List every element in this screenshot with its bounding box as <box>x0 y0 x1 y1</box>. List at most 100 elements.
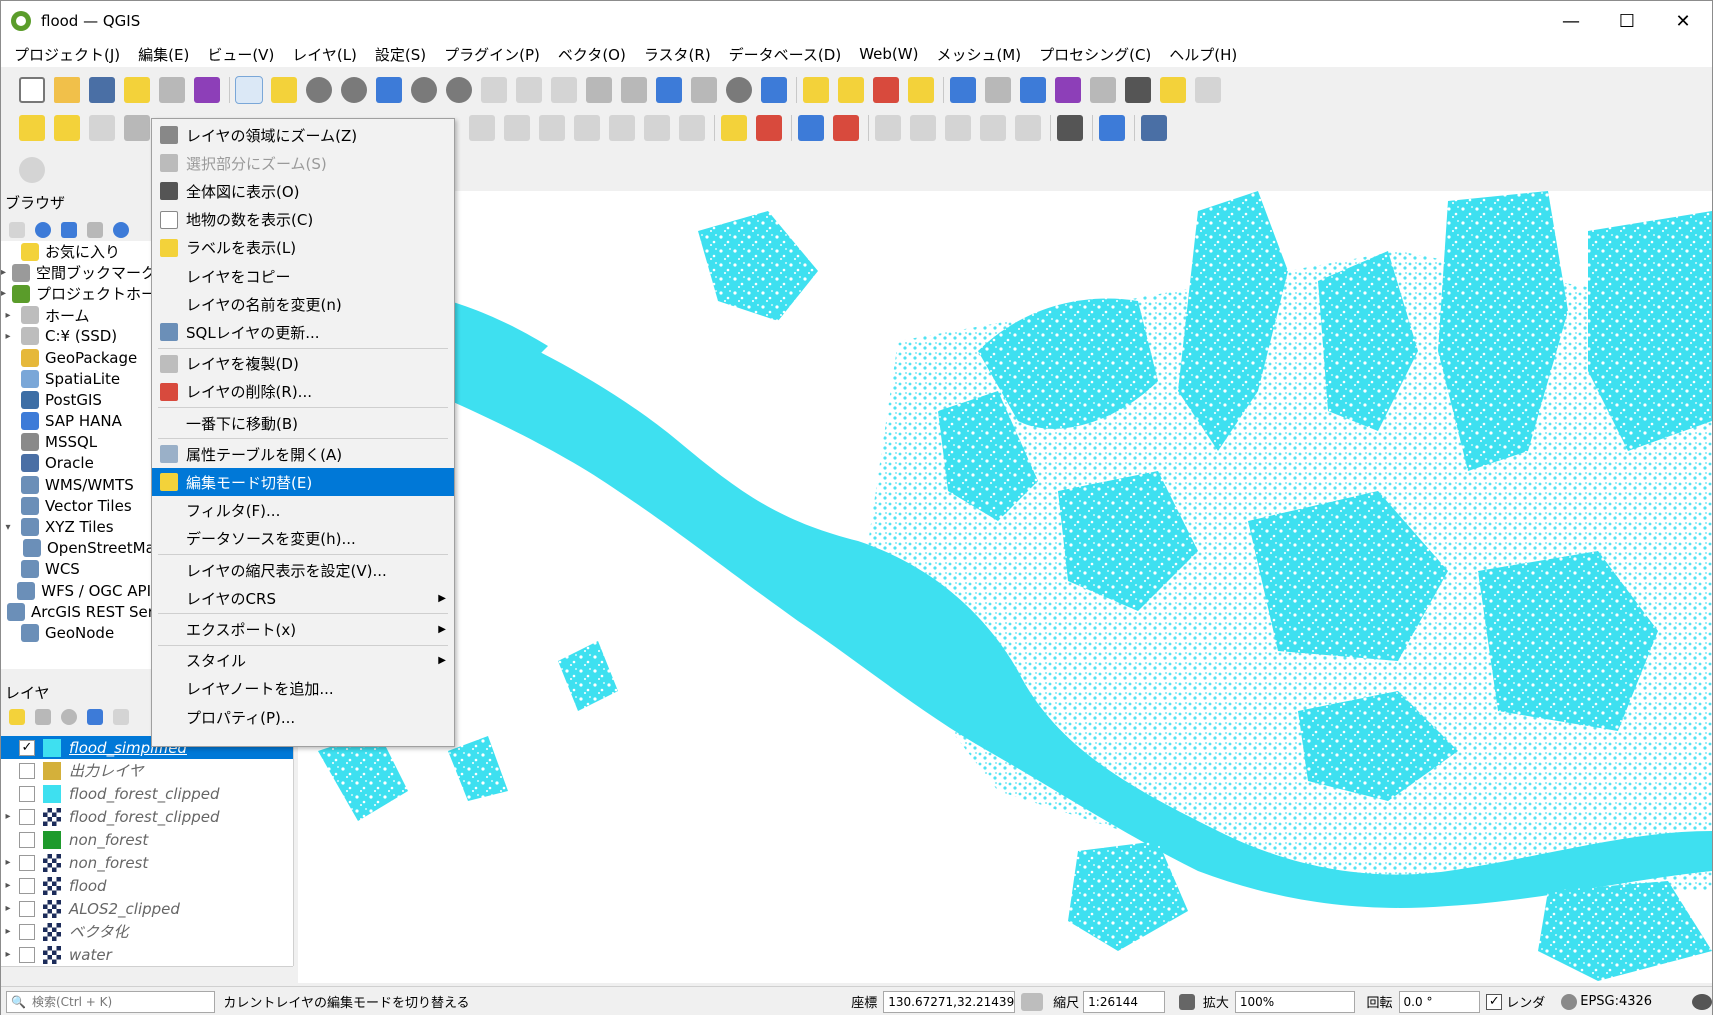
identify-features-icon[interactable] <box>950 77 976 103</box>
expand-arrow-icon[interactable]: ▸ <box>1 267 6 278</box>
select-location-icon[interactable] <box>908 77 934 103</box>
refresh-icon[interactable] <box>761 77 787 103</box>
menu-11[interactable]: プロセシング(C) <box>1030 44 1160 65</box>
help-icon[interactable] <box>1141 115 1167 141</box>
scale-field[interactable]: 1:26144 <box>1083 990 1165 1013</box>
menu-0[interactable]: プロジェクト(J) <box>5 44 129 65</box>
layer-row[interactable]: 出力レイヤ <box>1 759 293 782</box>
open-attribute-table-icon[interactable] <box>985 77 1011 103</box>
browser-item[interactable]: SpatiaLite <box>1 368 151 389</box>
coordinate-field[interactable]: 130.67271,32.21439 <box>883 990 1016 1013</box>
browser-item[interactable]: ▸ プロジェクトホーム <box>1 283 151 304</box>
zoom-in-icon[interactable] <box>306 77 332 103</box>
current-edits-icon[interactable] <box>124 115 150 141</box>
context-menu-item[interactable]: 一番下に移動(B) <box>152 409 454 437</box>
open-project-icon[interactable] <box>54 77 80 103</box>
expand-arrow-icon[interactable]: ▸ <box>1 949 15 960</box>
layer-row[interactable]: ▸ ALOS2_clipped <box>1 897 293 920</box>
filter-legend-icon[interactable] <box>87 709 103 725</box>
info-icon[interactable] <box>113 222 129 238</box>
expand-arrow-icon[interactable]: ▸ <box>1 811 15 822</box>
browser-item[interactable]: WFS / OGC API <box>1 580 151 601</box>
add-virtual-layer-icon[interactable] <box>89 115 115 141</box>
layers-horizontal-scrollbar[interactable] <box>1 966 293 980</box>
locator-search-input[interactable]: 🔍 検索(Ctrl + K) <box>6 990 216 1013</box>
select-features-icon[interactable] <box>803 77 829 103</box>
menu-8[interactable]: データベース(D) <box>720 44 851 65</box>
rotate-label-icon[interactable] <box>945 115 971 141</box>
browser-item[interactable]: OpenStreetMap <box>1 538 151 559</box>
messages-icon[interactable] <box>1692 993 1713 1010</box>
open-field-calculator-icon[interactable] <box>1090 77 1116 103</box>
zoom-native-icon[interactable] <box>481 77 507 103</box>
move-label-icon[interactable] <box>875 115 901 141</box>
select-by-value-icon[interactable] <box>838 77 864 103</box>
save-project-icon[interactable] <box>89 77 115 103</box>
browser-item[interactable]: Vector Tiles <box>1 495 151 516</box>
context-menu-item[interactable]: フィルタ(F)... <box>152 497 454 525</box>
layer-visibility-checkbox[interactable] <box>19 946 35 963</box>
browser-item[interactable]: SAP HANA <box>1 411 151 432</box>
processing-toolbox-icon[interactable] <box>1020 77 1046 103</box>
expand-arrow-icon[interactable]: ▸ <box>1 288 6 299</box>
browser-item[interactable]: GeoNode <box>1 622 151 643</box>
context-menu-item[interactable]: ラベルを表示(L) <box>152 234 454 262</box>
layer-visibility-checkbox[interactable] <box>19 854 35 871</box>
layer-row[interactable]: flood_forest_clipped <box>1 782 293 805</box>
context-menu-item[interactable]: 地物の数を表示(C) <box>152 206 454 234</box>
expand-arrow-icon[interactable]: ▸ <box>1 331 15 342</box>
context-menu-item[interactable]: 属性テーブルを開く(A) <box>152 440 454 468</box>
context-menu-item[interactable]: レイヤの領域にズーム(Z) <box>152 121 454 149</box>
crs-globe-icon[interactable] <box>1561 993 1578 1010</box>
browser-item[interactable]: GeoPackage <box>1 347 151 368</box>
zoom-next-icon[interactable] <box>551 77 577 103</box>
change-label-icon[interactable] <box>980 115 1006 141</box>
zoom-full-icon[interactable] <box>376 77 402 103</box>
layer-row[interactable]: ▸ ベクタ化 <box>1 920 293 943</box>
delete-selected-icon[interactable] <box>504 115 530 141</box>
expand-arrow-icon[interactable]: ▸ <box>1 880 15 891</box>
crs-button[interactable]: EPSG:4326 <box>1580 994 1652 1009</box>
layer-visibility-checkbox[interactable] <box>19 900 35 917</box>
toggle-extents-icon[interactable] <box>1021 992 1044 1011</box>
menu-10[interactable]: メッシュ(M) <box>927 44 1030 65</box>
context-menu-item[interactable]: プロパティ(P)... <box>152 703 454 731</box>
browser-item[interactable]: ▾ XYZ Tiles <box>1 516 151 537</box>
style-manager-icon[interactable] <box>194 77 220 103</box>
layer-visibility-checkbox[interactable] <box>19 831 35 848</box>
filter-expression-icon[interactable] <box>113 709 129 725</box>
expand-arrow-icon[interactable]: ▾ <box>1 522 15 533</box>
layer-visibility-checkbox[interactable] <box>19 877 35 894</box>
new-bookmark-icon[interactable] <box>656 77 682 103</box>
context-menu-item[interactable]: レイヤの削除(R)... <box>152 378 454 406</box>
context-menu-item[interactable]: SQLレイヤの更新... <box>152 318 454 346</box>
context-menu-item[interactable]: レイヤの名前を変更(n) <box>152 290 454 318</box>
show-bookmarks-icon[interactable] <box>691 77 717 103</box>
menu-5[interactable]: プラグイン(P) <box>435 44 549 65</box>
add-selected-layers-icon[interactable] <box>9 222 25 238</box>
layer-visibility-checkbox[interactable] <box>19 923 35 940</box>
measure-line-icon[interactable] <box>1125 77 1151 103</box>
menu-12[interactable]: ヘルプ(H) <box>1160 44 1246 65</box>
manage-map-themes-icon[interactable] <box>61 709 77 725</box>
python-console-icon[interactable] <box>1099 115 1125 141</box>
open-layer-styling-icon[interactable] <box>9 709 25 725</box>
add-group-icon[interactable] <box>35 709 51 725</box>
map-tips-icon[interactable] <box>1160 77 1186 103</box>
layer-visibility-checkbox[interactable] <box>19 762 35 779</box>
rotation-field[interactable]: 0.0 ° <box>1398 990 1481 1013</box>
add-vector-layer-icon[interactable] <box>19 115 45 141</box>
context-menu-item[interactable]: レイヤを複製(D) <box>152 350 454 378</box>
maximize-button[interactable]: ☐ <box>1599 1 1655 41</box>
pin-labels-icon[interactable] <box>798 115 824 141</box>
context-menu-item[interactable]: エクスポート(x) ▶ <box>152 615 454 643</box>
browser-item[interactable]: Oracle <box>1 453 151 474</box>
label-properties-icon[interactable] <box>1015 115 1041 141</box>
menu-6[interactable]: ベクタ(O) <box>549 44 635 65</box>
menu-2[interactable]: ビュー(V) <box>198 44 283 65</box>
statistical-summary-icon[interactable] <box>1055 77 1081 103</box>
layer-visibility-checkbox[interactable]: ✓ <box>19 739 35 756</box>
context-menu-item[interactable]: レイヤのCRS ▶ <box>152 584 454 612</box>
zoom-to-layer-icon[interactable] <box>446 77 472 103</box>
zoom-last-icon[interactable] <box>516 77 542 103</box>
